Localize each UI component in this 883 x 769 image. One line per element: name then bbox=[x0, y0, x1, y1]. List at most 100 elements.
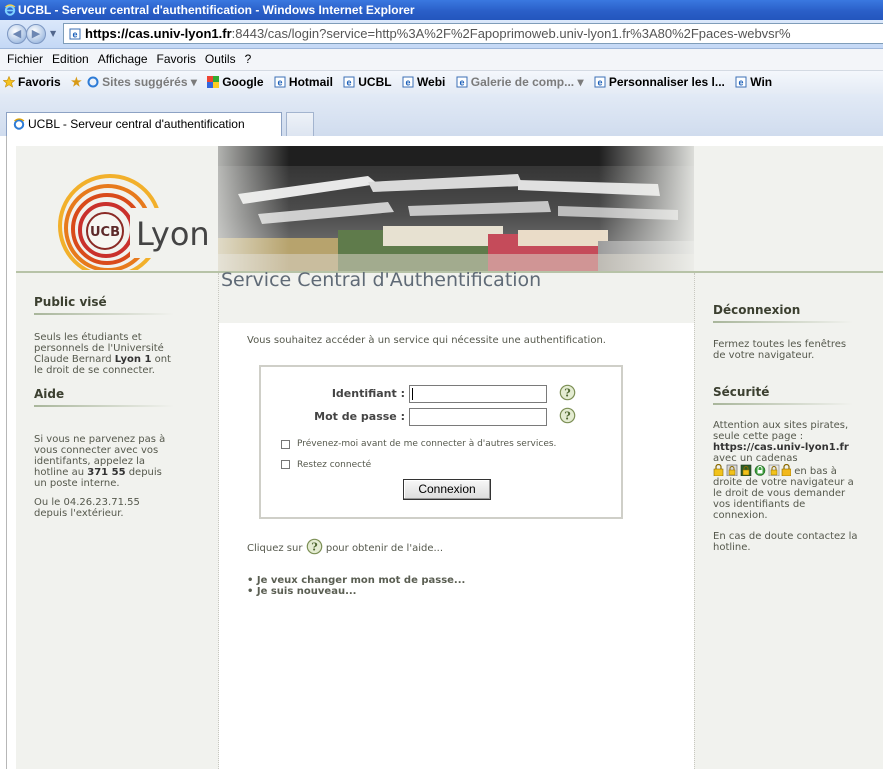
svg-text:e: e bbox=[597, 78, 602, 88]
text-line: le droit de vous demander bbox=[713, 488, 846, 499]
history-dropdown-icon[interactable]: ▼ bbox=[50, 29, 56, 38]
text-part: Claude Bernard bbox=[34, 354, 115, 365]
page-viewport: UCB Lyon Public visé Seuls les étudiants… bbox=[0, 136, 883, 769]
menu-affichage[interactable]: Affichage bbox=[98, 52, 148, 66]
identifiant-help-icon[interactable]: ? bbox=[559, 384, 576, 401]
favorites-button[interactable]: Favoris bbox=[3, 71, 61, 94]
fav-label: Google bbox=[222, 75, 264, 89]
svg-text:e: e bbox=[277, 78, 282, 88]
text-line: vos identifiants de bbox=[713, 499, 806, 510]
cas-page: UCB Lyon Public visé Seuls les étudiants… bbox=[16, 146, 883, 769]
tab-ucbl[interactable]: UCBL - Serveur central d'authentificatio… bbox=[6, 112, 282, 136]
menu-edition[interactable]: Edition bbox=[52, 52, 89, 66]
remember-checkbox[interactable] bbox=[281, 460, 290, 469]
text-line: droite de votre navigateur a bbox=[713, 477, 854, 488]
change-password-link[interactable]: • Je veux changer mon mot de passe... bbox=[247, 575, 465, 586]
aide-heading: Aide bbox=[34, 387, 175, 407]
remember-label: Restez connecté bbox=[297, 460, 372, 470]
address-bar: ◀ ▶ ▼ e https://cas.univ-lyon1.fr:8443/c… bbox=[0, 20, 883, 49]
forward-arrow-icon: ▶ bbox=[31, 27, 41, 40]
menu-fichier[interactable]: Fichier bbox=[7, 52, 43, 66]
password-label: Mot de passe : bbox=[314, 410, 405, 423]
padlock-icon bbox=[713, 464, 724, 476]
text-line: En cas de doute contactez la bbox=[713, 531, 858, 542]
password-input[interactable] bbox=[409, 408, 547, 426]
svg-text:e: e bbox=[347, 78, 352, 88]
link-text: Je veux changer mon mot de passe... bbox=[256, 575, 466, 586]
text-line: en bas à bbox=[713, 464, 858, 477]
identifiant-label: Identifiant : bbox=[331, 387, 405, 400]
favorites-label: Favoris bbox=[18, 75, 61, 89]
text-part: en bas à bbox=[794, 466, 837, 477]
ie-page-icon: e bbox=[274, 76, 286, 88]
forward-button[interactable]: ▶ bbox=[26, 24, 46, 44]
text-line: Fermez toutes les fenêtres bbox=[713, 339, 847, 350]
ie-page-icon: e bbox=[402, 76, 414, 88]
text-part: hotline au bbox=[34, 467, 88, 478]
text-line: hotline. bbox=[713, 542, 751, 553]
text-line: Claude Bernard Lyon 1 ont bbox=[34, 354, 171, 365]
link-text: Je suis nouveau... bbox=[256, 586, 357, 597]
menu-help[interactable]: ? bbox=[245, 52, 252, 66]
text-line: un poste interne. bbox=[34, 478, 120, 489]
text-cursor bbox=[412, 388, 413, 400]
star-icon bbox=[3, 76, 15, 88]
fav-webi[interactable]: e Webi bbox=[402, 71, 445, 94]
url-input[interactable]: e https://cas.univ-lyon1.fr:8443/cas/log… bbox=[63, 23, 883, 44]
text-line: seule cette page : bbox=[713, 431, 804, 442]
google-icon bbox=[207, 76, 220, 88]
intro-text: Vous souhaitez accéder à un service qui … bbox=[247, 335, 606, 346]
text-line: Seuls les étudiants et bbox=[34, 332, 142, 343]
padlock-icon bbox=[768, 464, 780, 476]
login-form: Identifiant : ? Mot de passe : ? Prévene… bbox=[259, 365, 623, 519]
url-scheme: https:// bbox=[85, 26, 129, 41]
new-user-link[interactable]: • Je suis nouveau... bbox=[247, 586, 465, 597]
text-line: Si vous ne parvenez pas à bbox=[34, 434, 166, 445]
text-bold: 371 55 bbox=[87, 467, 126, 478]
fav-galerie[interactable]: e Galerie de comp... ▾ bbox=[456, 71, 584, 94]
menu-bar: Fichier Edition Affichage Favoris Outils? bbox=[0, 49, 883, 71]
fav-personnaliser[interactable]: e Personnaliser les l... bbox=[594, 71, 725, 94]
password-help-icon[interactable]: ? bbox=[559, 407, 576, 424]
securite-heading: Sécurité bbox=[713, 385, 854, 405]
fav-google[interactable]: Google bbox=[207, 71, 264, 94]
new-tab-button[interactable] bbox=[286, 112, 314, 136]
fav-win[interactable]: e Win bbox=[735, 71, 772, 94]
main-content: Service Central d'Authentification Vous … bbox=[219, 269, 694, 769]
page-title: Service Central d'Authentification bbox=[221, 269, 542, 291]
text-bold: Lyon 1 bbox=[114, 354, 152, 365]
svg-text:e: e bbox=[459, 78, 464, 88]
fav-label: Personnaliser les l... bbox=[608, 75, 725, 89]
identifiant-input[interactable] bbox=[409, 385, 547, 403]
text-part: depuis bbox=[125, 467, 162, 478]
window-title: UCBL - Serveur central d'authentificatio… bbox=[18, 3, 415, 17]
help-post-text: pour obtenir de l'aide... bbox=[325, 543, 444, 554]
padlock-icon bbox=[740, 464, 752, 476]
menu-outils[interactable]: Outils bbox=[205, 52, 236, 66]
page-icon: e bbox=[69, 28, 81, 40]
add-favorite-icon[interactable]: ★ bbox=[71, 71, 82, 94]
text-line: hotline au 371 55 depuis bbox=[34, 467, 165, 478]
connexion-button[interactable]: Connexion bbox=[403, 479, 491, 500]
fav-sites-suggeres[interactable]: Sites suggérés ▾ bbox=[87, 71, 197, 94]
fav-label: UCBL bbox=[358, 75, 392, 89]
right-sidebar: Déconnexion Fermez toutes les fenêtres d… bbox=[694, 273, 883, 769]
menu-favoris[interactable]: Favoris bbox=[157, 52, 196, 66]
favorites-bar: Favoris ★ Sites suggérés ▾ Google e Hotma… bbox=[0, 71, 883, 95]
tab-label: UCBL - Serveur central d'authentificatio… bbox=[28, 117, 245, 131]
svg-text:?: ? bbox=[564, 387, 570, 400]
svg-text:e: e bbox=[739, 78, 744, 88]
fav-label: Galerie de comp... ▾ bbox=[470, 75, 584, 89]
text-line: connexion. bbox=[713, 510, 768, 521]
url-rest: :8443/cas/login?service=http%3A%2F%2Fapo… bbox=[231, 26, 791, 41]
text-line: vous connecter avec vos bbox=[34, 445, 159, 456]
fav-ucbl[interactable]: e UCBL bbox=[343, 71, 392, 94]
aide-text: Si vous ne parvenez pas à vous connecter… bbox=[34, 434, 165, 519]
warn-checkbox[interactable] bbox=[281, 440, 290, 449]
back-button[interactable]: ◀ bbox=[7, 24, 27, 44]
help-pre-text: Cliquez sur bbox=[247, 543, 303, 554]
svg-text:e: e bbox=[405, 78, 410, 88]
text-line: Ou le 04.26.23.71.55 bbox=[34, 497, 140, 508]
fav-hotmail[interactable]: e Hotmail bbox=[274, 71, 333, 94]
